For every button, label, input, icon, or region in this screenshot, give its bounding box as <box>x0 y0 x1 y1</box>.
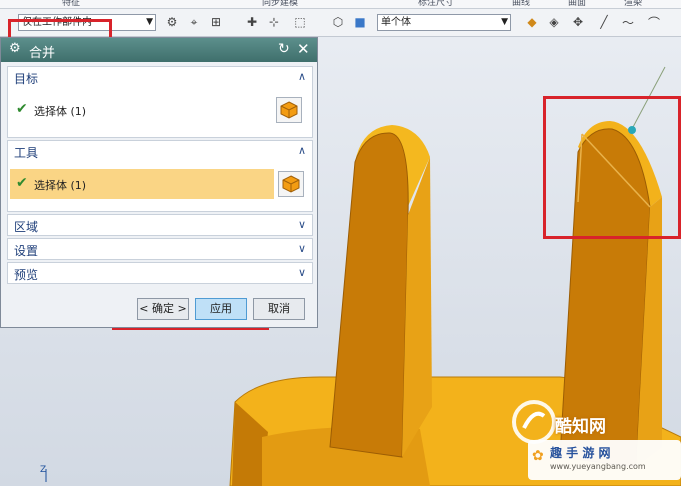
section-target-header[interactable]: 目标 ∧ <box>8 67 312 89</box>
section-tool: 工具 ∧ ✔ 选择体 (1) <box>7 140 313 212</box>
chevron-up-icon[interactable]: ∧ <box>298 70 306 83</box>
checkmark-icon: ✔ <box>16 175 28 191</box>
section-settings[interactable]: 设置 ∨ <box>7 238 313 260</box>
ribbon-tab[interactable]: 渲染 <box>624 0 642 8</box>
section-preview-label: 预览 <box>14 268 39 282</box>
watermark-badge: ✿ 趣 手 游 网 www.yueyangbang.com <box>528 440 681 480</box>
close-icon[interactable]: ✕ <box>297 40 310 58</box>
snap-icon[interactable]: ⚙ <box>164 14 180 30</box>
gear-icon[interactable]: ⚙ <box>9 41 21 56</box>
reset-icon[interactable]: ↻ <box>278 41 290 57</box>
ribbon-tab[interactable]: 同步建模 <box>262 0 298 8</box>
box-select-icon[interactable]: ⊞ <box>208 14 224 30</box>
grid-icon[interactable]: ⊹ <box>266 14 282 30</box>
select-body-tool[interactable]: ✔ 选择体 (1) <box>10 169 274 199</box>
section-tool-label: 工具 <box>14 146 39 160</box>
axis-triad-label: Z <box>40 465 47 475</box>
watermark-badge-url: www.yueyangbang.com <box>550 462 646 471</box>
watermark-badge-name: 趣 手 游 网 <box>550 446 611 460</box>
select-body-target[interactable]: ✔ 选择体 (1) <box>10 95 308 125</box>
move-icon[interactable]: ✥ <box>570 14 586 30</box>
chevron-down-icon[interactable]: ∨ <box>298 218 306 231</box>
diamond-icon[interactable]: ◆ <box>524 14 540 30</box>
cube-select-icon[interactable] <box>278 171 304 197</box>
point-icon[interactable]: ⌖ <box>186 14 202 30</box>
section-settings-label: 设置 <box>14 244 39 258</box>
dashed-box-icon[interactable]: ⬚ <box>292 14 308 30</box>
ribbon-tab[interactable]: 特征 <box>62 0 80 8</box>
plus-icon[interactable]: ✚ <box>244 14 260 30</box>
section-region[interactable]: 区域 ∨ <box>7 214 313 236</box>
merge-dialog: ⚙ 合并 ↻ ✕ 目标 ∧ ✔ 选择体 (1) 工具 ∧ ✔ 选择体 (1) 区… <box>0 37 318 328</box>
annotation-box-fin <box>543 96 681 239</box>
section-target-label: 目标 <box>14 72 39 86</box>
select-body-label: 选择体 (1) <box>34 179 87 192</box>
chevron-down-icon[interactable]: ∨ <box>298 242 306 255</box>
ribbon-tab-strip: 特征 同步建模 标注尺寸 曲线 曲面 渲染 <box>0 0 681 9</box>
dialog-title: 合并 <box>29 46 56 61</box>
ribbon-tab[interactable]: 曲线 <box>512 0 530 8</box>
chevron-up-icon[interactable]: ∧ <box>298 144 306 157</box>
view-icon[interactable]: ◈ <box>546 14 562 30</box>
ribbon-tab[interactable]: 曲面 <box>568 0 586 8</box>
cancel-button[interactable]: 取消 <box>253 298 305 320</box>
section-tool-header[interactable]: 工具 ∧ <box>8 141 312 163</box>
scope-combo[interactable]: 单个体 ▼ <box>377 14 511 31</box>
wireframe-icon[interactable]: ⬡ <box>330 14 346 30</box>
section-region-label: 区域 <box>14 220 39 234</box>
chevron-down-icon: ▼ <box>501 17 508 27</box>
section-preview[interactable]: 预览 ∨ <box>7 262 313 284</box>
ok-button[interactable]: < 确定 > <box>137 298 189 320</box>
watermark-text: 酷知网 <box>555 417 606 437</box>
dialog-titlebar[interactable]: ⚙ 合并 ↻ ✕ <box>1 38 317 62</box>
line-icon[interactable]: ╱ <box>596 14 612 30</box>
cube-select-icon[interactable] <box>276 97 302 123</box>
solid-cube-icon[interactable]: ■ <box>352 14 368 30</box>
arc-icon[interactable]: ⌒ <box>646 14 662 30</box>
chevron-down-icon: ▼ <box>146 17 153 27</box>
checkmark-icon: ✔ <box>16 101 28 117</box>
paw-icon: ✿ <box>532 448 544 464</box>
curve-icon[interactable]: 〜 <box>620 14 636 30</box>
ribbon-tab[interactable]: 标注尺寸 <box>418 0 454 8</box>
scope-value: 单个体 <box>381 17 411 28</box>
select-body-label: 选择体 (1) <box>34 105 87 118</box>
apply-button[interactable]: 应用 <box>195 298 247 320</box>
section-target: 目标 ∧ ✔ 选择体 (1) <box>7 66 313 138</box>
chevron-down-icon[interactable]: ∨ <box>298 266 306 279</box>
